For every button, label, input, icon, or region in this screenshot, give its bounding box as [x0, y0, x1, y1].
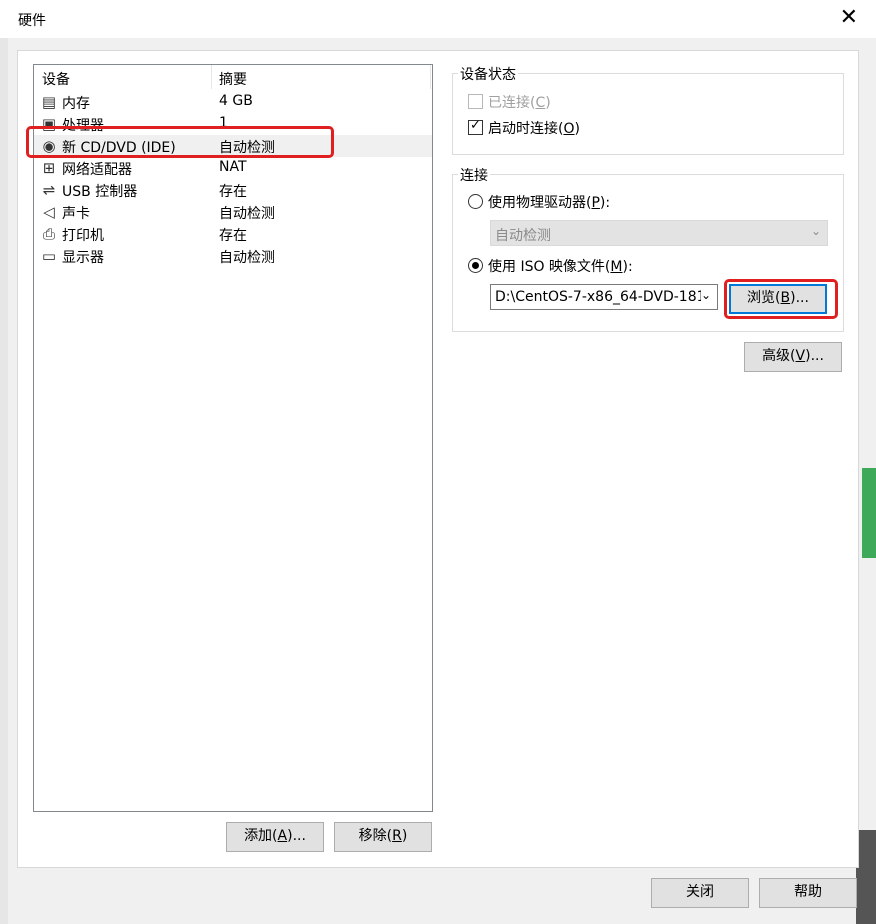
remove-button-suffix: ): [401, 828, 408, 844]
device-name: 显示器: [62, 250, 104, 266]
close-button[interactable]: 关闭: [651, 878, 749, 908]
device-row-sound-card[interactable]: ◁ 声卡 自动检测: [34, 201, 432, 223]
device-name: 内存: [62, 96, 90, 112]
iso-path-combobox[interactable]: D:\CentOS-7-x86_64-DVD-181 ⌄: [490, 284, 718, 310]
printer-icon: ⎙: [42, 225, 55, 243]
iso-image-radio[interactable]: [468, 258, 483, 273]
device-status-title: 设备状态: [458, 64, 518, 84]
remove-button-label: 移除(: [358, 828, 393, 844]
device-row-display[interactable]: ▭ 显示器 自动检测: [34, 245, 432, 267]
device-status-group: [452, 73, 844, 155]
remove-button[interactable]: 移除(R): [334, 822, 432, 852]
device-name: USB 控制器: [62, 184, 138, 200]
device-name: 声卡: [62, 206, 90, 222]
physical-drive-text: 使用物理驱动器(: [488, 195, 592, 211]
iso-image-suffix: ):: [622, 259, 633, 275]
device-summary: 存在: [219, 228, 247, 244]
advanced-button-key: V: [795, 348, 806, 364]
device-summary: 自动检测: [219, 206, 275, 222]
physical-drive-radio[interactable]: [468, 194, 483, 209]
add-button-label: 添加(: [244, 828, 278, 844]
checkmark-icon: ✓: [470, 118, 481, 133]
advanced-button[interactable]: 高级(V)...: [744, 342, 842, 372]
sound-card-icon: ◁: [43, 203, 55, 221]
header-device[interactable]: 设备: [42, 69, 70, 89]
physical-drive-label[interactable]: 使用物理驱动器(P):: [488, 192, 610, 212]
connected-label-text: 已连接(: [488, 95, 536, 111]
connected-checkbox[interactable]: [468, 94, 483, 109]
physical-drive-select[interactable]: 自动检测 ⌄: [490, 220, 828, 246]
add-button-key: A: [277, 828, 288, 844]
help-button[interactable]: 帮助: [759, 878, 857, 908]
close-icon[interactable]: ✕: [840, 6, 858, 30]
connect-at-power-on-checkbox[interactable]: ✓: [468, 118, 483, 135]
connected-label-suffix: ): [545, 95, 551, 111]
header-summary[interactable]: 摘要: [219, 69, 247, 89]
connected-label[interactable]: 已连接(C): [488, 92, 551, 112]
iso-image-text: 使用 ISO 映像文件(: [488, 259, 611, 275]
device-list-header: 设备 摘要: [34, 65, 432, 89]
iso-image-key: M: [610, 259, 623, 275]
remove-button-key: R: [392, 828, 402, 844]
connect-at-power-on-key: O: [563, 121, 575, 137]
title-bar: 硬件 ✕: [0, 0, 876, 38]
advanced-button-label: 高级(: [762, 348, 796, 364]
connected-label-key: C: [535, 95, 546, 111]
connect-at-power-on-text: 启动时连接(: [488, 121, 564, 137]
annotation-highlight-browse: [724, 279, 838, 319]
device-row-memory[interactable]: ▤ 内存 4 GB: [34, 91, 432, 113]
usb-icon: ⇌: [42, 181, 56, 199]
background-green-block: [862, 468, 876, 558]
device-summary: 存在: [219, 184, 247, 200]
device-list[interactable]: 设备 摘要 ▤ 内存 4 GB ▣ 处理器 1 ◉ 新 CD/DVD (IDE)…: [33, 64, 433, 812]
device-row-network-adapter[interactable]: ⊞ 网络适配器 NAT: [34, 157, 432, 179]
physical-drive-key: P: [591, 195, 600, 211]
connect-at-power-on-label[interactable]: 启动时连接(O): [488, 118, 580, 138]
memory-icon: ▤: [41, 93, 57, 111]
device-summary: 自动检测: [219, 250, 275, 266]
connection-title: 连接: [458, 165, 490, 185]
header-separator: [430, 65, 431, 89]
chevron-down-icon: ⌄: [700, 288, 711, 302]
display-icon: ▭: [41, 247, 57, 265]
network-adapter-icon: ⊞: [42, 159, 56, 177]
device-summary: 4 GB: [219, 93, 253, 109]
window-title: 硬件: [18, 13, 46, 29]
device-row-usb[interactable]: ⇌ USB 控制器 存在: [34, 179, 432, 201]
device-name: 网络适配器: [62, 162, 132, 178]
annotation-highlight-cd-dvd: [26, 126, 334, 158]
physical-drive-suffix: ):: [599, 195, 611, 211]
device-name: 打印机: [62, 228, 104, 244]
add-button-suffix: )...: [287, 828, 306, 844]
iso-image-label[interactable]: 使用 ISO 映像文件(M):: [488, 256, 633, 276]
background-dark-block: [856, 830, 876, 924]
advanced-button-suffix: )...: [805, 348, 824, 364]
radio-dot: [472, 262, 479, 269]
chevron-down-icon: ⌄: [810, 224, 821, 238]
device-summary: NAT: [219, 159, 247, 175]
add-button[interactable]: 添加(A)...: [226, 822, 324, 852]
connect-at-power-on-suffix: ): [574, 121, 580, 137]
device-row-printer[interactable]: ⎙ 打印机 存在: [34, 223, 432, 245]
physical-drive-select-value: 自动检测: [495, 228, 551, 244]
header-separator: [211, 65, 212, 89]
background-window-edge: [0, 38, 8, 924]
iso-path-value: D:\CentOS-7-x86_64-DVD-181: [495, 289, 706, 305]
